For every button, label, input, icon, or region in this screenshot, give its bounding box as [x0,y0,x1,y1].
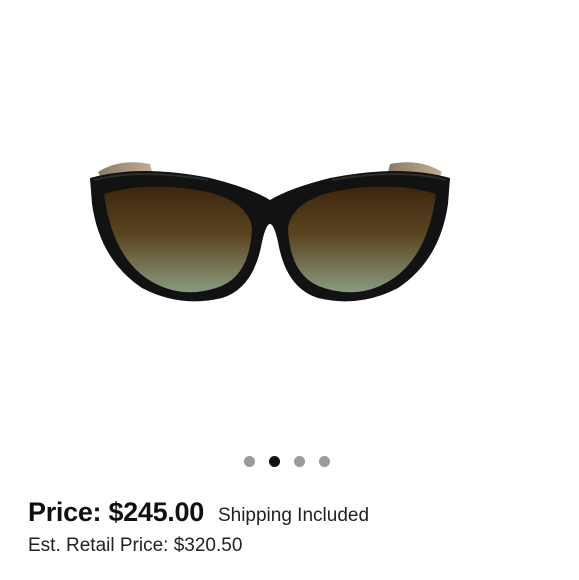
price-row: Price: $245.00 Shipping Included [28,497,369,528]
carousel-dot-2-active[interactable] [269,456,280,467]
carousel-dot-3[interactable] [294,456,305,467]
retail-price-label: Est. Retail Price: $320.50 [28,535,243,556]
product-image[interactable] [0,0,579,440]
carousel-dot-1[interactable] [244,456,255,467]
price-label: Price: $245.00 [28,497,204,527]
product-page: Price: $245.00 Shipping Included Est. Re… [0,0,579,580]
carousel-dot-4[interactable] [319,456,330,467]
sunglasses-image [90,162,450,302]
shipping-label: Shipping Included [217,505,370,526]
carousel-dots [244,456,330,467]
image-carousel-indicator [0,456,579,470]
